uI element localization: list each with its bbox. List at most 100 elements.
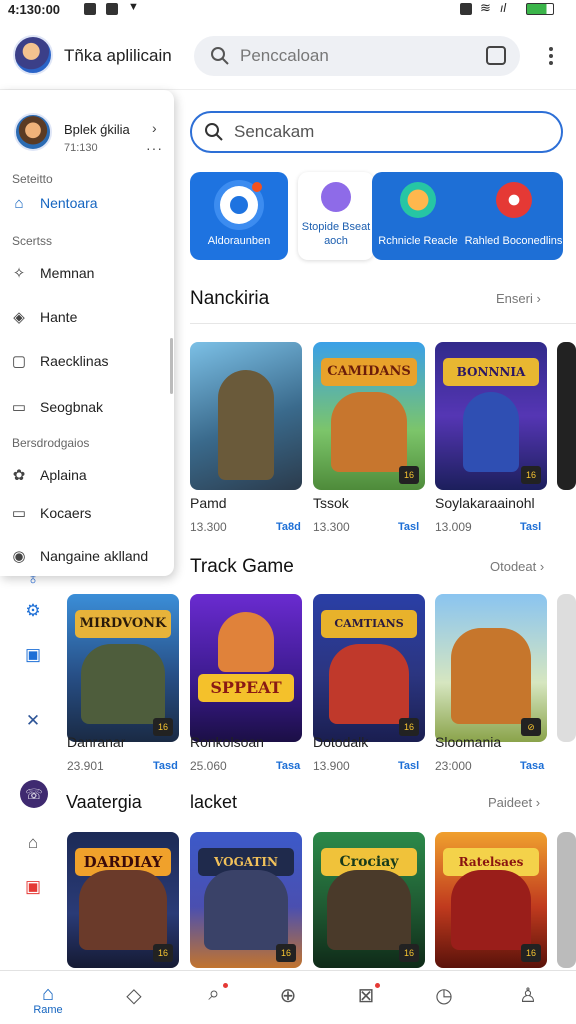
game-card-art[interactable] (190, 342, 302, 490)
drawer-item-label: Aplaina (40, 467, 87, 483)
rail-icon-home[interactable]: ⌂ (20, 830, 46, 856)
game-card-art[interactable]: VOGATIN 16 (190, 832, 302, 968)
age-rating-icon: 16 (399, 944, 419, 962)
header-search-input[interactable]: Penccaloan (194, 36, 520, 76)
game-card-art[interactable]: Crociay 16 (313, 832, 425, 968)
overflow-menu-icon[interactable] (544, 44, 558, 70)
category-tile[interactable]: Stopide Bseat aoch (298, 172, 374, 260)
character-art (329, 644, 409, 724)
game-card-art[interactable]: MIRDVONK 16 (67, 594, 179, 742)
game-tag: Tasa (520, 760, 545, 772)
drawer-item-nangaine-aklland[interactable]: ◉ Nangaine aklland (10, 541, 160, 571)
drawer-item-kocaers[interactable]: ▭ Kocaers (10, 498, 160, 528)
game-name: Danranar (67, 734, 126, 750)
more-icon[interactable]: ··· (146, 140, 163, 156)
rail-icon-network[interactable]: ⚙ (20, 598, 46, 624)
character-art (327, 870, 411, 950)
game-card-art[interactable]: SPPEAT (190, 594, 302, 742)
main-search-input[interactable]: Sencakam (190, 111, 563, 153)
puzzle-icon (321, 182, 351, 212)
category-label: Aldoraunben (207, 235, 271, 247)
character-art (81, 644, 165, 724)
gamepad-icon: ✧ (12, 265, 26, 282)
drawer-item-label: Hante (40, 309, 78, 325)
age-rating-icon: 16 (399, 466, 419, 484)
nav-inbox[interactable]: ⊠ (346, 983, 386, 1013)
signal-icon: ıl (500, 1, 506, 15)
avatar[interactable] (13, 35, 53, 75)
rail-icon-tools[interactable]: ✕ (20, 708, 46, 734)
nav-home[interactable]: ⌂ Rame (28, 983, 68, 1016)
drawer-item-label: Kocaers (40, 505, 92, 521)
drawer-item-raecklinas[interactable]: ▢ Raecklinas (10, 346, 160, 376)
nav-profile[interactable]: ♙ (508, 983, 548, 1013)
navigation-drawer: Bplek ǵkilia 71:130 › ··· Seteitto ⌂ Nen… (0, 90, 174, 576)
file-icon: ▭ (11, 505, 27, 522)
category-tile[interactable]: Aldoraunben (190, 172, 288, 260)
character-art (463, 392, 519, 472)
game-tag: Tasa (276, 760, 301, 772)
info-icon: ◉ (12, 548, 26, 565)
game-card-art[interactable]: CAMIDANS 16 (313, 342, 425, 490)
drawer-item-nentoara[interactable]: ⌂ Nentoara (10, 188, 160, 218)
game-card-art[interactable] (557, 342, 576, 490)
drawer-item-hante[interactable]: ◈ Hante (10, 302, 160, 332)
game-tag: Tasl (398, 760, 420, 772)
section-more-link[interactable]: Otodeat › (490, 559, 544, 574)
game-count: 13.900 (313, 759, 350, 773)
category-label: Rahled Boconedlins (464, 235, 563, 247)
drawer-scrollbar[interactable] (170, 338, 173, 394)
drawer-item-memnan[interactable]: ✧ Memnan (10, 258, 160, 288)
rail-icon-media[interactable]: ▣ (20, 874, 46, 900)
chevron-right-icon[interactable]: › (152, 120, 157, 136)
nav-diamond[interactable]: ◇ (114, 983, 154, 1013)
section-title: Track Game (190, 556, 294, 577)
game-banner: BONNNIA (443, 358, 539, 386)
category-tile[interactable]: Rahled Boconedlins (464, 172, 563, 260)
nav-clock[interactable]: ◷ (424, 983, 464, 1013)
game-card-art[interactable]: BONNNIA 16 (435, 342, 547, 490)
section-more-link[interactable]: Paideet › (488, 795, 540, 810)
diamond-icon: ◇ (126, 985, 142, 1007)
section-left-label: Vaatergia (66, 792, 142, 812)
game-banner: CAMTIANS (321, 610, 417, 638)
chevron-right-icon: › (536, 291, 541, 306)
drawer-item-label: Seogbnak (40, 399, 104, 415)
divider (190, 323, 576, 324)
dropdown-arrow-icon: ▼ (128, 1, 139, 13)
game-tag: Tasl (398, 521, 420, 533)
battery-icon (526, 3, 554, 15)
game-card-art[interactable] (557, 832, 576, 968)
game-card-art[interactable] (557, 594, 576, 742)
library-icon: ▢ (11, 353, 27, 370)
search-icon (211, 47, 229, 65)
app-header: Tñka aplilicain Penccaloan (0, 22, 576, 90)
section-more-link[interactable]: Enseri › (496, 291, 541, 306)
home-icon: ⌂ (14, 194, 24, 212)
inbox-icon: ⊠ (357, 985, 375, 1007)
drawer-section-label: Seteitto (12, 172, 53, 186)
game-banner: CAMIDANS (321, 358, 417, 386)
drawer-user-name: Bplek ǵkilia (64, 122, 130, 137)
compass-icon: ◈ (13, 309, 25, 326)
drawer-item-aplaina[interactable]: ✿ Aplaina (10, 460, 160, 490)
wifi-icon: ≋ (480, 0, 491, 15)
age-rating-icon: 16 (521, 944, 541, 962)
category-tile[interactable]: Rchnicle Reacle (372, 172, 464, 260)
voice-search-icon[interactable] (486, 46, 506, 65)
nav-search[interactable]: ⌕ (194, 983, 234, 1013)
rail-icon-chat[interactable]: ☏ (20, 780, 48, 808)
rail-icon-grid[interactable]: ▣ (20, 642, 46, 668)
game-card-art[interactable]: Ratelsaes 16 (435, 832, 547, 968)
nav-add[interactable]: ⊕ (268, 983, 308, 1013)
status-time: 4:130:00 (8, 2, 61, 17)
game-card-art[interactable]: ⊘ (435, 594, 547, 742)
app-title: Tñka aplilicain (64, 46, 172, 65)
drawer-item-seogbnak[interactable]: ▭ Seogbnak (10, 392, 160, 422)
drawer-section-label: Bersdrodgaios (12, 436, 90, 450)
chevron-right-icon: › (535, 795, 541, 810)
game-card-art[interactable]: CAMTIANS 16 (313, 594, 425, 742)
drawer-item-label: Raecklinas (40, 353, 109, 369)
game-card-art[interactable]: DARDIAY 16 (67, 832, 179, 968)
drawer-avatar[interactable] (14, 113, 52, 151)
